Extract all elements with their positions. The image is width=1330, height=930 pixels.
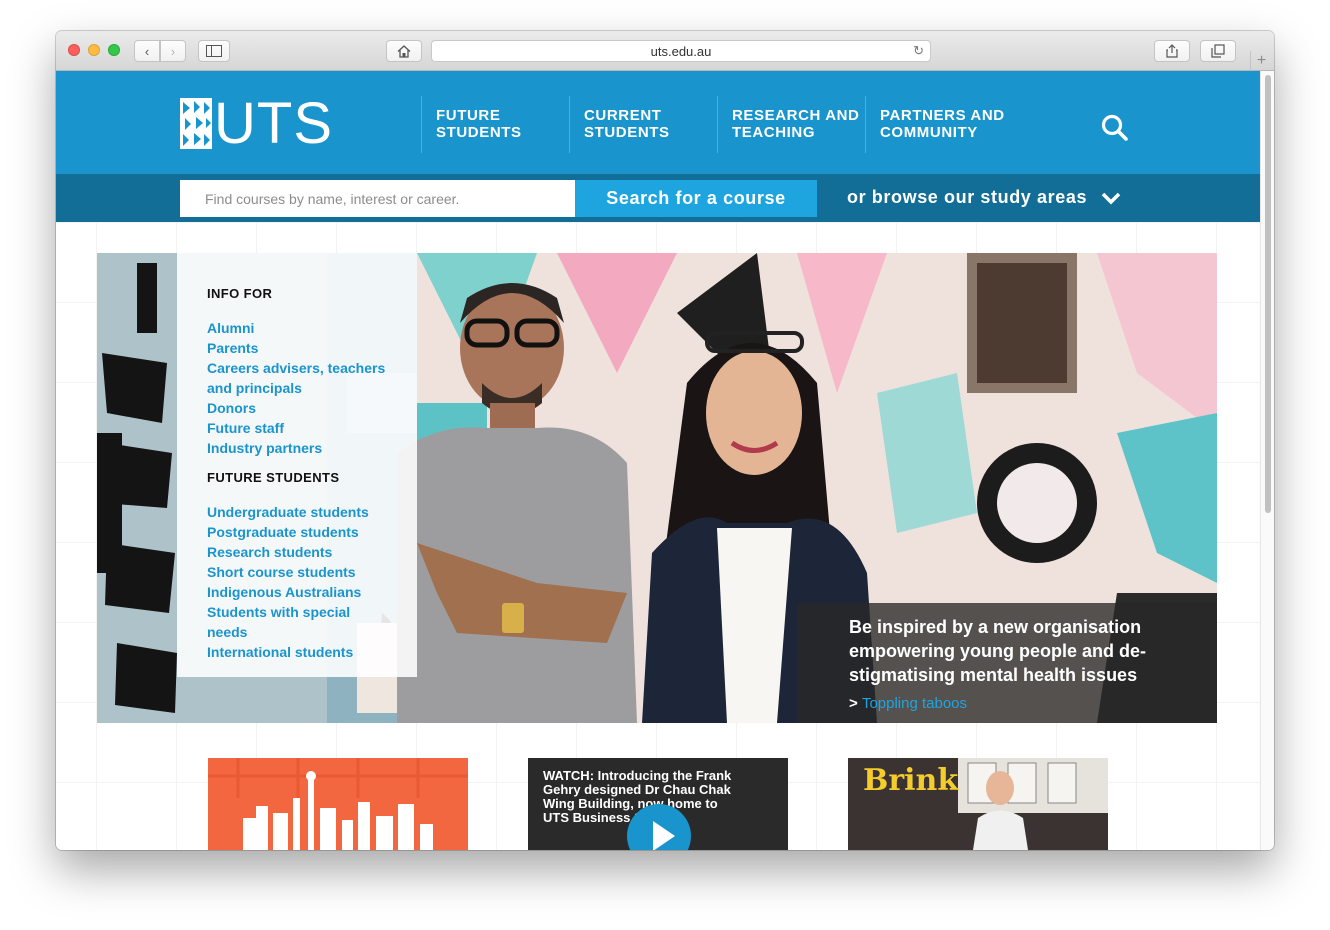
course-search-bar: Search for a course or browse our study …	[56, 174, 1260, 222]
link-short-course[interactable]: Short course students	[207, 562, 417, 582]
site-header: UTS FUTURE STUDENTS CURRENT STUDENTS RES…	[56, 71, 1260, 174]
hero-caption: Be inspired by a new organisation empowe…	[797, 603, 1217, 723]
forward-button[interactable]: ›	[160, 40, 186, 62]
share-button[interactable]	[1154, 40, 1190, 62]
page-content: UTS FUTURE STUDENTS CURRENT STUDENTS RES…	[56, 71, 1260, 850]
course-search-input[interactable]	[180, 180, 575, 217]
video-play-button[interactable]	[627, 804, 691, 850]
future-students-heading: FUTURE STUDENTS	[207, 470, 340, 485]
main-nav: FUTURE STUDENTS CURRENT STUDENTS RESEARC…	[421, 96, 1013, 153]
tabs-button[interactable]	[1200, 40, 1236, 62]
nav-research-teaching[interactable]: RESEARCH AND TEACHING	[717, 96, 865, 153]
chevron-left-icon: ‹	[144, 43, 150, 59]
link-undergraduate[interactable]: Undergraduate students	[207, 502, 417, 522]
info-for-heading: INFO FOR	[207, 286, 273, 301]
link-postgraduate[interactable]: Postgraduate students	[207, 522, 417, 542]
reload-icon[interactable]: ↻	[913, 43, 924, 59]
nav-future-students[interactable]: FUTURE STUDENTS	[421, 96, 569, 153]
chevron-right-icon: ›	[170, 43, 176, 59]
brink-title: Brink	[863, 763, 959, 798]
toppling-taboos-link[interactable]: Toppling taboos	[862, 695, 967, 712]
tabs-icon	[1211, 44, 1225, 58]
search-icon[interactable]	[1100, 113, 1130, 143]
hero-caption-link-row: > Toppling taboos	[849, 695, 1217, 712]
tile-brink[interactable]: Brink	[848, 758, 1108, 850]
tile-video[interactable]: WATCH: Introducing the Frank Gehry desig…	[528, 758, 788, 850]
info-panel: INFO FOR Alumni Parents Careers advisers…	[177, 253, 417, 677]
city-skyline-graphic	[208, 758, 468, 850]
share-icon	[1166, 44, 1178, 58]
browser-toolbar: ‹ › uts.edu.au ↻ +	[56, 31, 1274, 71]
link-research-students[interactable]: Research students	[207, 542, 417, 562]
sidebar-icon	[206, 45, 222, 57]
minimize-window-button[interactable]	[88, 44, 100, 56]
link-donors[interactable]: Donors	[207, 398, 417, 418]
home-icon	[397, 44, 411, 58]
browse-label: or browse our study areas	[847, 187, 1088, 207]
sidebar-button[interactable]	[198, 40, 230, 62]
link-indigenous[interactable]: Indigenous Australians	[207, 582, 417, 602]
hero-banner[interactable]: INFO FOR Alumni Parents Careers advisers…	[97, 253, 1217, 723]
close-window-button[interactable]	[68, 44, 80, 56]
zoom-window-button[interactable]	[108, 44, 120, 56]
browser-window: ‹ › uts.edu.au ↻ + UTS FUTURE STUDENTS C…	[56, 31, 1274, 850]
browse-study-areas[interactable]: or browse our study areas	[847, 187, 1121, 208]
nav-partners-community[interactable]: PARTNERS AND COMMUNITY	[865, 96, 1013, 153]
link-alumni[interactable]: Alumni	[207, 318, 417, 338]
logo-text: UTS	[214, 91, 333, 156]
link-international[interactable]: International students	[207, 642, 417, 662]
home-button[interactable]	[386, 40, 422, 62]
play-icon	[653, 821, 675, 850]
plus-icon: +	[1256, 52, 1267, 69]
new-tab-button[interactable]: +	[1250, 51, 1272, 71]
caption-arrow: >	[849, 695, 858, 712]
url-text: uts.edu.au	[650, 43, 712, 59]
nav-current-students[interactable]: CURRENT STUDENTS	[569, 96, 717, 153]
uts-logo-mark-icon	[180, 98, 212, 149]
vertical-scrollbar[interactable]	[1260, 71, 1274, 850]
link-parents[interactable]: Parents	[207, 338, 417, 358]
scrollbar-thumb[interactable]	[1265, 75, 1271, 513]
link-industry-partners[interactable]: Industry partners	[207, 438, 417, 458]
hero-caption-text: Be inspired by a new organisation empowe…	[849, 617, 1147, 685]
address-bar[interactable]: uts.edu.au ↻	[431, 40, 931, 62]
link-careers-advisers[interactable]: Careers advisers, teachers and principal…	[207, 358, 397, 398]
search-course-button[interactable]: Search for a course	[575, 180, 817, 217]
uts-logo[interactable]: UTS	[180, 91, 333, 156]
chevron-down-icon	[1101, 192, 1121, 204]
tile-city-skyline[interactable]	[208, 758, 468, 850]
link-future-staff[interactable]: Future staff	[207, 418, 417, 438]
link-special-needs[interactable]: Students with special needs	[207, 602, 367, 642]
back-button[interactable]: ‹	[134, 40, 160, 62]
